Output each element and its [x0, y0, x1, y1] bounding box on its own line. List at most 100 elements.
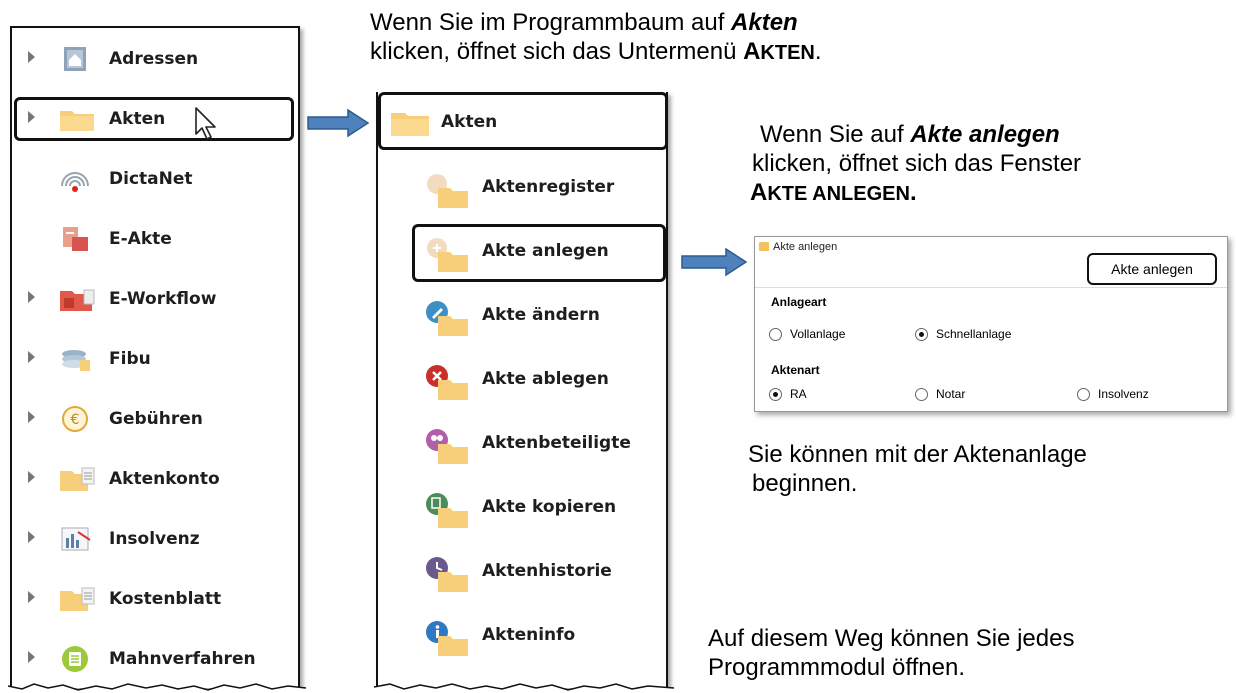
submenu-item-label: Akte ablegen — [482, 369, 609, 389]
radio-button-selected[interactable] — [915, 327, 928, 341]
submenu-item-akte-aendern[interactable]: Akte ändern — [416, 290, 666, 342]
tree-item-label: Akten — [109, 109, 166, 129]
expand-arrow-icon[interactable] — [28, 411, 35, 423]
svg-text:€: € — [71, 412, 80, 428]
submenu-item-label: Aktenbeteiligte — [482, 433, 631, 453]
aktenhistorie-icon — [424, 554, 468, 592]
torn-edge — [8, 683, 306, 693]
mouse-cursor-icon — [195, 107, 216, 140]
right-arrow-icon — [681, 247, 748, 277]
dialog-title: Akte anlegen — [759, 241, 837, 253]
radio-button[interactable] — [1077, 387, 1090, 401]
caption-smallcaps: KTEN — [760, 42, 815, 64]
radio-button-selected[interactable] — [769, 387, 782, 401]
submenu-item-akte-anlegen[interactable]: Akte anlegen — [412, 224, 666, 282]
radio-ra[interactable]: RA — [769, 387, 807, 401]
radio-notar[interactable]: Notar — [915, 387, 965, 401]
radio-button[interactable] — [769, 327, 782, 341]
folder-icon — [58, 104, 94, 134]
caption-smallcaps: A — [743, 38, 761, 65]
addresses-icon — [58, 44, 92, 74]
expand-arrow-icon[interactable] — [28, 291, 35, 303]
tree-item-label: DictaNet — [109, 169, 193, 189]
submenu-item-akte-ablegen[interactable]: Akte ablegen — [416, 354, 666, 406]
expand-arrow-icon[interactable] — [28, 111, 35, 123]
caption-text: klicken, öffnet sich das Fenster — [752, 150, 1082, 177]
tree-item-adressen[interactable]: Adressen — [12, 34, 298, 86]
submenu-item-label: Aktenregister — [482, 177, 615, 197]
caption-text: . — [909, 179, 917, 206]
radio-vollanlage[interactable]: Vollanlage — [769, 327, 845, 341]
akten-submenu: Akten Aktenregister Akte anlegen Akte än… — [374, 92, 674, 693]
caption-text: Auf diesem Weg können Sie jedes — [708, 625, 1075, 652]
program-tree: Adressen Akten DictaNet E-Akte E-Workflo… — [8, 26, 306, 693]
tree-item-label: Gebühren — [109, 409, 203, 429]
aktenart-label: Aktenart — [771, 363, 820, 377]
euro-icon: € — [58, 404, 92, 434]
radio-label: Notar — [936, 387, 966, 401]
insolvenz-icon — [58, 524, 92, 554]
tree-item-label: Mahnverfahren — [109, 649, 256, 669]
mahnverfahren-icon — [58, 644, 92, 674]
dialog-title-text: Akte anlegen — [773, 241, 838, 253]
expand-arrow-icon[interactable] — [28, 351, 35, 363]
caption-right: Wenn Sie auf Akte anlegen klicken, öffne… — [750, 120, 1081, 209]
caption-smallcaps: KTE ANLEGEN — [767, 183, 910, 205]
radio-schnellanlage[interactable]: Schnellanlage — [915, 327, 1011, 341]
divider — [755, 287, 1227, 288]
caption-text: Sie können mit der Aktenanlage — [748, 441, 1087, 468]
tree-item-label: E-Workflow — [109, 289, 217, 309]
submenu-item-aktenregister[interactable]: Aktenregister — [416, 162, 666, 214]
expand-arrow-icon[interactable] — [28, 651, 35, 663]
submenu-item-label: Aktenhistorie — [482, 561, 612, 581]
anlageart-label: Anlageart — [771, 295, 827, 309]
akte-anlegen-button[interactable]: Akte anlegen — [1087, 253, 1217, 285]
submenu-item-aktenhistorie[interactable]: Aktenhistorie — [416, 546, 666, 598]
caption-text: Wenn Sie im Programmbaum auf — [370, 9, 732, 36]
right-arrow-icon — [307, 108, 370, 138]
radio-insolvenz[interactable]: Insolvenz — [1077, 387, 1149, 401]
aktenregister-icon — [424, 170, 468, 208]
tree-item-label: Aktenkonto — [109, 469, 220, 489]
kostenblatt-icon — [58, 584, 95, 614]
tree-item-e-workflow[interactable]: E-Workflow — [12, 274, 298, 326]
tree-item-label: E-Akte — [109, 229, 172, 249]
expand-arrow-icon[interactable] — [28, 591, 35, 603]
aktenkonto-icon — [58, 464, 95, 494]
akte-kopieren-icon — [424, 490, 468, 528]
submenu-item-label: Akte kopieren — [482, 497, 617, 517]
fibu-icon — [58, 344, 92, 374]
tree-item-label: Kostenblatt — [109, 589, 222, 609]
submenu-item-akte-kopieren[interactable]: Akte kopieren — [416, 482, 666, 534]
tree-item-e-akte[interactable]: E-Akte — [12, 214, 298, 266]
expand-arrow-icon[interactable] — [28, 531, 35, 543]
submenu-item-label: Akte anlegen — [482, 241, 609, 261]
folder-icon — [389, 105, 431, 139]
tree-item-akten[interactable]: Akten — [12, 94, 298, 146]
submenu-item-label: Akte ändern — [482, 305, 600, 325]
radio-button[interactable] — [915, 387, 928, 401]
tree-item-aktenkonto[interactable]: Aktenkonto — [12, 454, 298, 506]
akte-anlegen-dialog: Akte anlegen Akte anlegen Anlageart Voll… — [754, 236, 1228, 412]
caption-begin: Sie können mit der Aktenanlage beginnen. — [748, 440, 1087, 498]
tree-item-insolvenz[interactable]: Insolvenz — [12, 514, 298, 566]
tree-item-dictanet[interactable]: DictaNet — [12, 154, 298, 206]
submenu-header-akten[interactable]: Akten — [378, 92, 668, 150]
submenu-item-akteninfo[interactable]: Akteninfo — [416, 610, 666, 662]
caption-text: Programmmodul öffnen. — [708, 654, 966, 681]
submenu-item-aktenbeteiligte[interactable]: Aktenbeteiligte — [416, 418, 666, 470]
submenu-item-label: Akteninfo — [482, 625, 576, 645]
dictanet-icon — [58, 164, 92, 194]
caption-text: beginnen. — [752, 470, 858, 497]
tree-item-fibu[interactable]: Fibu — [12, 334, 298, 386]
akteninfo-icon — [424, 618, 468, 656]
caption-text: klicken, öffnet sich das Untermenü — [370, 38, 744, 65]
tree-item-gebuehren[interactable]: € Gebühren — [12, 394, 298, 446]
tree-item-mahnverfahren[interactable]: Mahnverfahren — [12, 634, 298, 686]
caption-text: . — [814, 38, 822, 65]
akte-ablegen-icon — [424, 362, 468, 400]
expand-arrow-icon[interactable] — [28, 471, 35, 483]
caption-emphasis: Akten — [731, 9, 798, 36]
tree-item-kostenblatt[interactable]: Kostenblatt — [12, 574, 298, 626]
expand-arrow-icon[interactable] — [28, 51, 35, 63]
